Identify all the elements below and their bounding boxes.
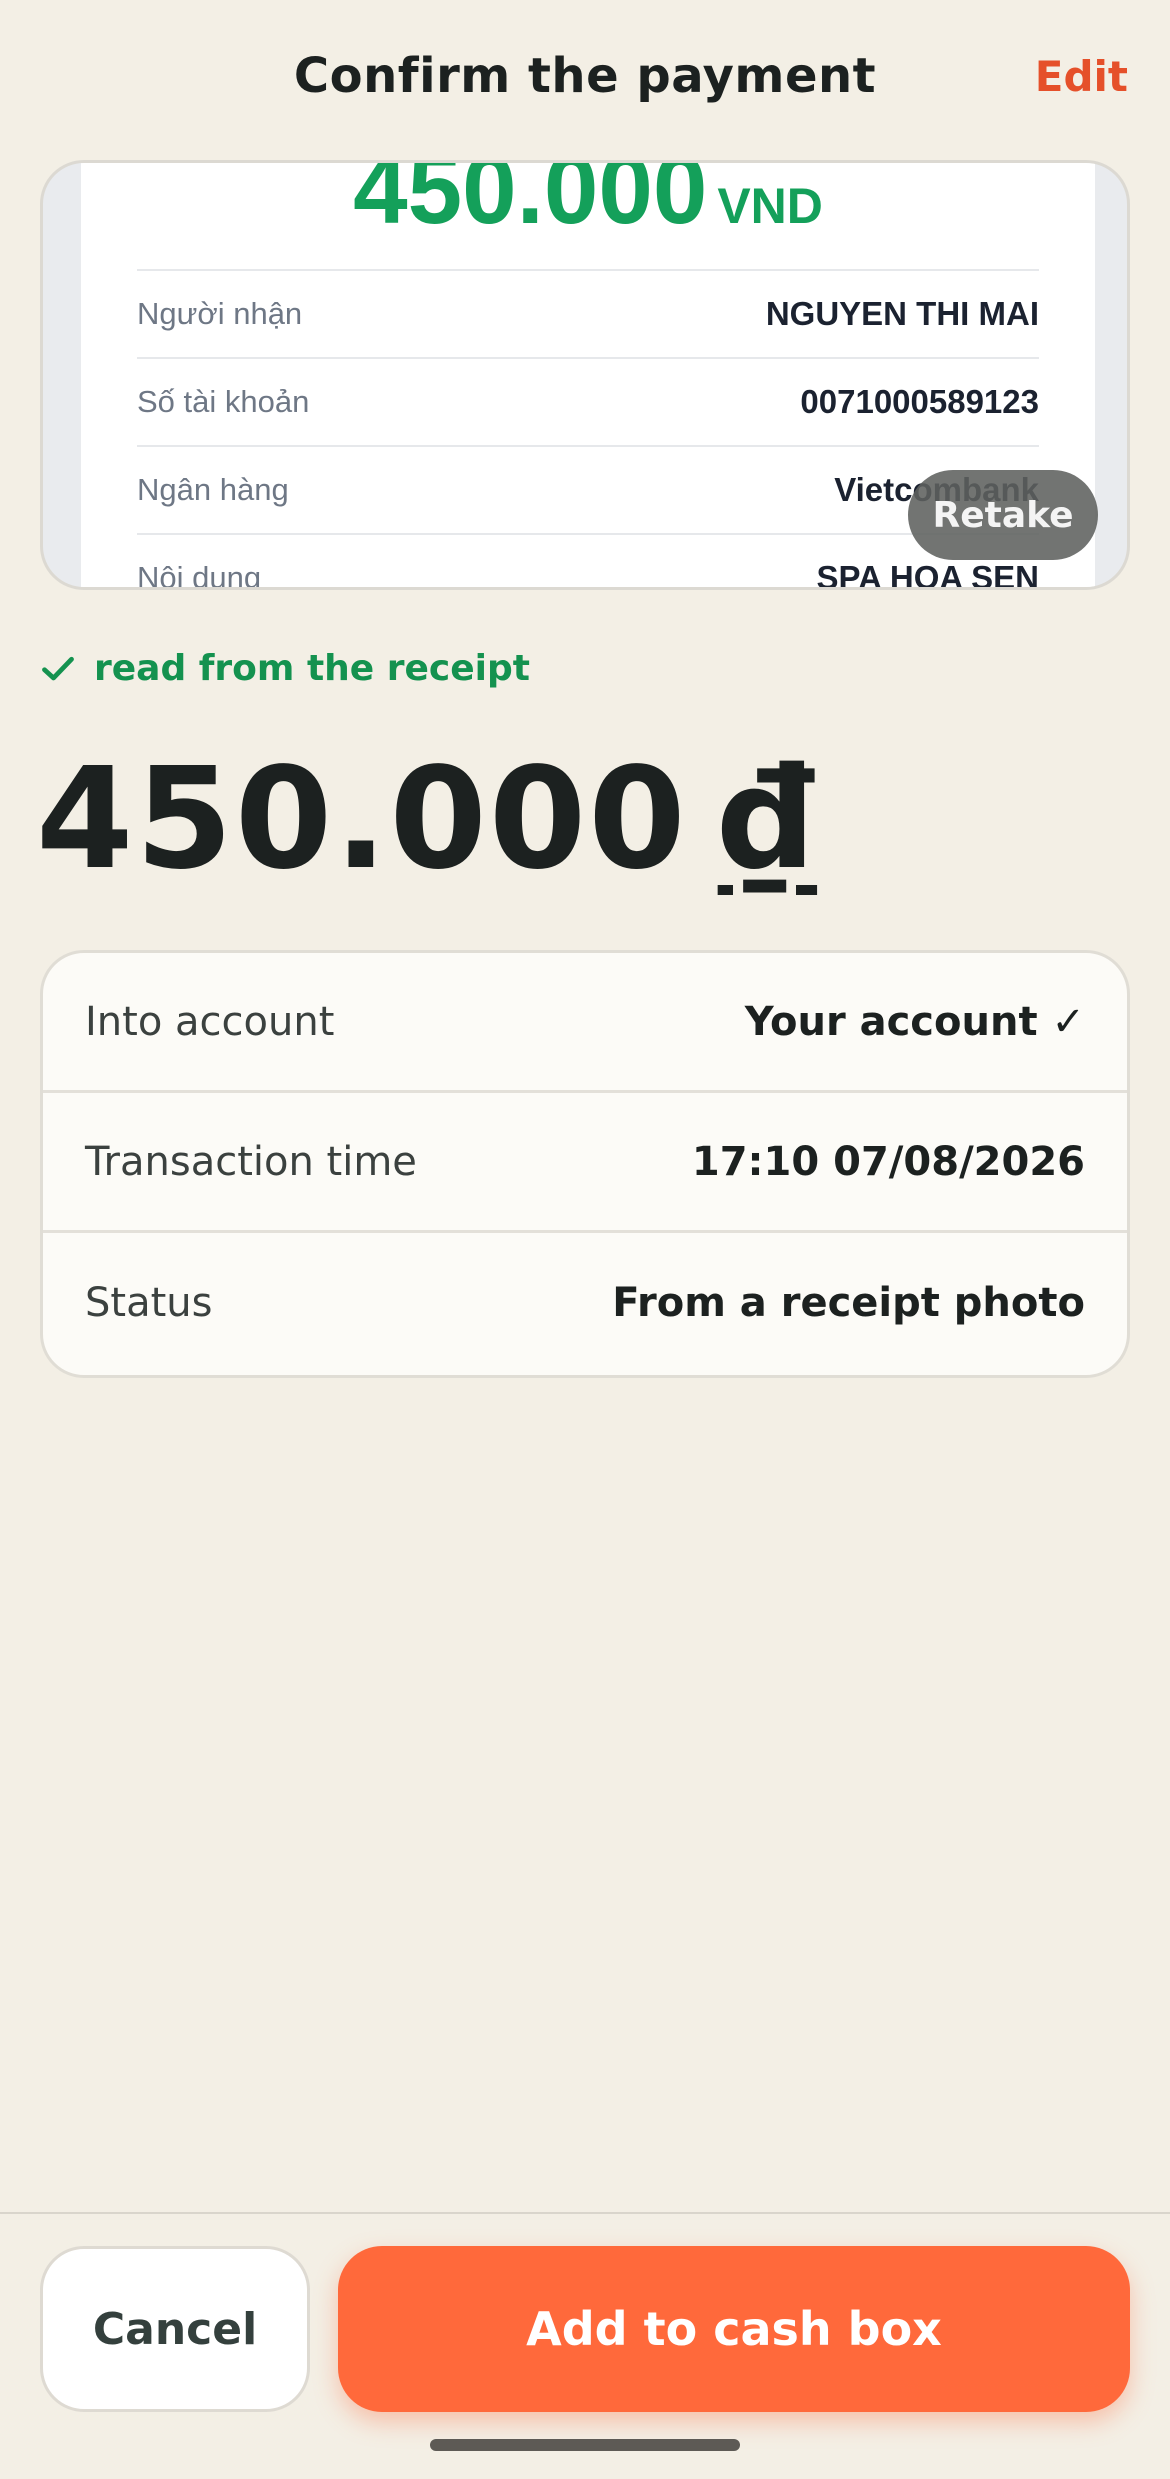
receipt-row-value: NGUYEN THI MAI [765, 295, 1039, 332]
detail-label: Transaction time [85, 1138, 417, 1185]
receipt-row-label: Người nhận [137, 296, 303, 331]
receipt-row-account-number: Số tài khoản 0071000589123 [137, 357, 1039, 445]
receipt-amount: 450.000 VND [81, 160, 1095, 246]
detail-label: Into account [85, 998, 335, 1045]
source-text: read from the receipt [94, 648, 530, 689]
receipt-row-content: Nội dung SPA HOA SEN [137, 533, 1039, 590]
detail-label: Status [85, 1280, 213, 1326]
receipt-row-label: Số tài khoản [137, 384, 310, 419]
detail-row-status: Status From a receipt photo [43, 1233, 1127, 1373]
details-card: Into account Your account ✓ Transaction … [40, 950, 1130, 1378]
cancel-button[interactable]: Cancel [40, 2246, 310, 2412]
detail-row-account[interactable]: Into account Your account ✓ [43, 953, 1127, 1093]
retake-button[interactable]: Retake [908, 470, 1098, 560]
receipt-amount-currency: VND [717, 178, 823, 234]
receipt-row-recipient: Người nhận NGUYEN THI MAI [137, 269, 1039, 357]
add-to-cash-box-button[interactable]: Add to cash box [338, 2246, 1130, 2412]
page-title: Confirm the payment [293, 48, 877, 104]
currency-symbol: ₫ [717, 738, 818, 901]
header: Confirm the payment Edit [0, 0, 1170, 160]
receipt-row-value: 0071000589123 [800, 383, 1039, 420]
amount-display: 450.000 ₫ [36, 738, 817, 901]
receipt-row-label: Nội dung [137, 560, 262, 590]
edit-button[interactable]: Edit [1035, 52, 1128, 101]
detail-value: 17:10 07/08/2026 [691, 1138, 1085, 1185]
source-indicator: read from the receipt [40, 648, 530, 689]
payment-confirm-screen: Confirm the payment Edit 450.000 VND Ngườ… [0, 0, 1170, 2479]
home-indicator[interactable] [430, 2439, 740, 2451]
receipt-rows: Người nhận NGUYEN THI MAI Số tài khoản 0… [137, 269, 1039, 590]
receipt-row-bank: Ngân hàng Vietcombank [137, 445, 1039, 533]
amount-value: 450.000 [36, 738, 688, 901]
detail-value: Your account ✓ [744, 998, 1085, 1045]
receipt-amount-value: 450.000 [353, 160, 708, 244]
check-icon [42, 656, 74, 680]
detail-row-time[interactable]: Transaction time 17:10 07/08/2026 [43, 1093, 1127, 1233]
detail-value: From a receipt photo [612, 1280, 1085, 1326]
receipt-row-label: Ngân hàng [137, 472, 289, 507]
receipt-row-value: SPA HOA SEN [816, 559, 1039, 590]
